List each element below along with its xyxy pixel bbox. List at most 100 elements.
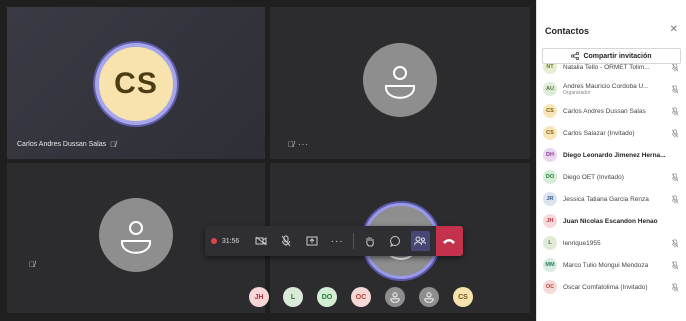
participant-name: Carlos Andres Dussan Salas xyxy=(17,141,107,148)
avatar[interactable]: L xyxy=(283,287,303,307)
participant-name: Natalia Tello - ORMET Tolim... xyxy=(563,63,650,71)
panel-title: Contactos xyxy=(545,26,590,36)
participants-button[interactable] xyxy=(410,231,430,251)
camera-off-icon xyxy=(255,236,267,246)
call-timer: 31:56 xyxy=(221,237,240,245)
avatar[interactable]: DO xyxy=(317,287,337,307)
participant-info: Oscar Comfatolima (Invitado) xyxy=(563,284,648,291)
participant-row[interactable]: CS Carlos Andres Dussan Salas xyxy=(537,100,686,122)
participant-name: Diego OET (Invitado) xyxy=(563,173,624,181)
participant-name-tag: 🎙̸ ··· xyxy=(288,140,309,149)
video-tile[interactable]: 🎙̸ ··· xyxy=(270,7,530,159)
divider xyxy=(352,233,354,249)
participant-info: Andres Mauricio Cordoba U... Organizador xyxy=(563,83,649,96)
call-control-bar: 31:56 ··· xyxy=(205,226,464,256)
participant-info: Juan Nicolas Escandon Henao xyxy=(563,218,658,225)
video-stage: CS Carlos Andres Dussan Salas 🎙̸ 🎙̸ ··· … xyxy=(0,0,536,321)
participant-info: Diego Leonardo Jimenez Herna... xyxy=(563,152,666,159)
participants-icon xyxy=(414,236,427,246)
mic-muted-icon: 🎙̸ xyxy=(29,260,35,269)
avatar-initials: JH xyxy=(254,293,264,301)
chat-icon xyxy=(389,236,400,247)
chat-button[interactable] xyxy=(385,231,404,251)
participant-row[interactable]: DO Diego OET (Invitado) xyxy=(537,166,686,188)
participant-row[interactable]: Llenrique1955 xyxy=(537,232,686,254)
person-avatar[interactable] xyxy=(419,287,439,307)
avatar-initials: CS xyxy=(114,67,158,100)
avatar[interactable]: CS xyxy=(453,287,473,307)
participant-row[interactable]: OC Oscar Comfatolima (Invitado) xyxy=(537,276,686,298)
hang-up-button[interactable] xyxy=(435,226,464,256)
share-screen-button[interactable] xyxy=(302,231,321,251)
participant-name-tag: Carlos Andres Dussan Salas 🎙̸ xyxy=(17,140,116,149)
raise-hand-button[interactable] xyxy=(360,231,379,251)
share-invitation-button[interactable]: Compartir invitación xyxy=(542,48,681,64)
mic-muted-icon xyxy=(671,63,679,74)
mic-muted-icon xyxy=(671,195,679,206)
avatar: MM xyxy=(543,258,557,272)
participant-list: NT Natalia Tello - ORMET Tolim... AU Andres… xyxy=(537,56,686,298)
participant-name: Oscar Comfatolima (Invitado) xyxy=(563,283,648,291)
participant-info: Natalia Tello - ORMET Tolim... xyxy=(563,64,650,71)
share-screen-icon xyxy=(306,236,318,246)
avatar-initials: CS xyxy=(546,108,554,114)
participant-name: Diego Leonardo Jimenez Herna... xyxy=(563,151,666,159)
participant-info: Diego OET (Invitado) xyxy=(563,174,624,181)
person-icon xyxy=(121,221,151,254)
participant-name-tag: 🎙̸ xyxy=(29,260,35,269)
person-icon xyxy=(424,292,434,303)
participant-name: lenrique1955 xyxy=(563,239,601,247)
participant-name: Marco Tulio Mongui Mendoza xyxy=(563,261,649,269)
avatar-initials: L xyxy=(290,293,296,301)
participant-row[interactable]: DH Diego Leonardo Jimenez Herna... xyxy=(537,144,686,166)
avatar-initials: MM xyxy=(545,262,555,268)
video-tile-carlos[interactable]: CS Carlos Andres Dussan Salas 🎙̸ xyxy=(7,7,265,159)
avatar: JH xyxy=(543,214,557,228)
avatar-initials: DO xyxy=(545,174,555,180)
participant-name: Carlos Andres Dussan Salas xyxy=(563,107,646,115)
mic-muted-icon xyxy=(671,173,679,184)
avatar-initials: CS xyxy=(458,293,468,301)
mic-muted-icon xyxy=(671,283,679,294)
more-actions-button[interactable]: ··· xyxy=(327,231,346,251)
camera-off-button[interactable] xyxy=(251,231,270,251)
participant-name: Carlos Salazar (Invitado) xyxy=(563,129,635,137)
avatar[interactable]: OC xyxy=(351,287,371,307)
mic-off-icon xyxy=(282,235,291,247)
share-icon xyxy=(571,52,580,60)
participant-row[interactable]: MM Marco Tulio Mongui Mendoza xyxy=(537,254,686,276)
participant-info: lenrique1955 xyxy=(563,240,601,247)
close-icon[interactable]: ✕ xyxy=(670,24,678,35)
recording-icon xyxy=(211,238,217,244)
participant-row[interactable]: JR Jessica Tatiana Garcia Renza xyxy=(537,188,686,210)
participant-row[interactable]: AU Andres Mauricio Cordoba U... Organizado… xyxy=(537,78,686,100)
avatar[interactable]: JH xyxy=(249,287,269,307)
mic-muted-icon xyxy=(671,261,679,272)
avatar xyxy=(363,43,437,117)
person-avatar[interactable] xyxy=(385,287,405,307)
mic-muted-icon xyxy=(671,239,679,250)
avatar-initials: L xyxy=(548,240,552,246)
avatar-initials: JH xyxy=(546,218,554,224)
participant-name: Jessica Tatiana Garcia Renza xyxy=(563,195,649,203)
avatar: DH xyxy=(543,148,557,162)
avatar-initials: DO xyxy=(321,293,333,301)
participant-info: Jessica Tatiana Garcia Renza xyxy=(563,196,649,203)
participant-name: Juan Nicolas Escandon Henao xyxy=(563,217,658,225)
avatar-initials: JR xyxy=(546,196,554,202)
avatar-initials: AU xyxy=(546,86,554,92)
mic-muted-icon xyxy=(671,107,679,118)
avatar: L xyxy=(543,236,557,250)
hand-icon xyxy=(365,237,374,247)
participant-info: Carlos Salazar (Invitado) xyxy=(563,130,635,137)
participant-row[interactable]: CS Carlos Salazar (Invitado) xyxy=(537,122,686,144)
mic-muted-icon: 🎙̸ xyxy=(110,140,117,149)
participant-row[interactable]: JH Juan Nicolas Escandon Henao xyxy=(537,210,686,232)
participant-info: Marco Tulio Mongui Mendoza xyxy=(563,262,648,269)
participant-name: Andres Mauricio Cordoba U... xyxy=(563,82,649,90)
avatar: CS xyxy=(543,126,557,140)
avatar: OC xyxy=(543,280,557,294)
mic-off-button[interactable] xyxy=(277,231,296,251)
more-options-icon[interactable]: ··· xyxy=(298,140,309,149)
avatar xyxy=(99,198,173,272)
